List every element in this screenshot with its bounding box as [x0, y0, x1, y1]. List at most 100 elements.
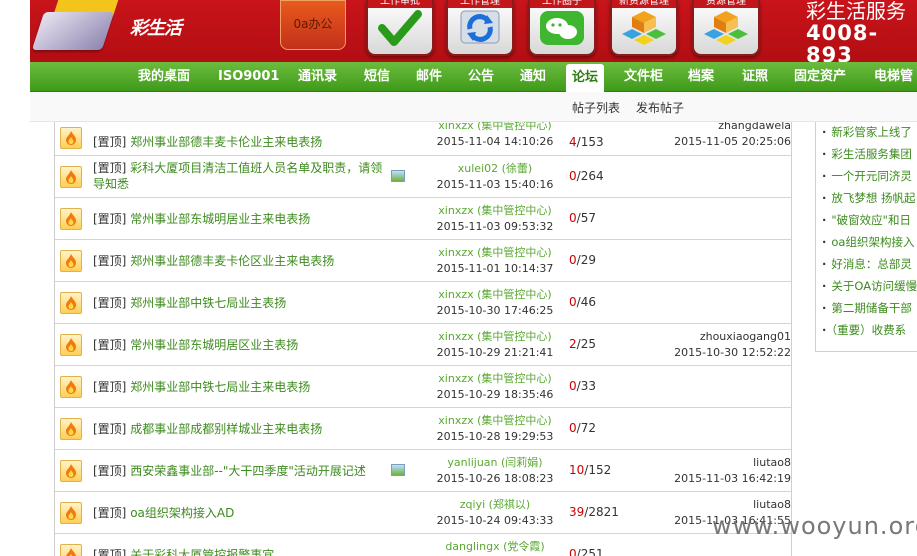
post-title-text[interactable]: 郑州事业部德丰麦卡伦业主来电表扬	[130, 135, 322, 149]
post-title[interactable]: [置顶] 成都事业部成都别样城业主来电表扬	[93, 421, 322, 437]
news-item[interactable]: 一个开元同济灵	[822, 168, 912, 184]
post-title[interactable]: [置顶] 常州事业部东城明居业主来电表扬	[93, 211, 310, 227]
post-title-text[interactable]: 常州事业部东城明居区业主表扬	[130, 338, 298, 352]
post-title-text[interactable]: 郑州事业部中铁七局业主表扬	[130, 296, 286, 310]
news-item[interactable]: "破窗效应"和日	[822, 212, 911, 228]
post-row[interactable]: [置顶] 彩科大厦项目清洁工值班人员名单及职责，请领导知悉 xulei02 (徐…	[55, 156, 791, 198]
post-title-text[interactable]: 郑州事业部中铁七局业主来电表扬	[130, 380, 310, 394]
post-title-text[interactable]: oa组织架构接入AD	[130, 506, 234, 520]
views: 152	[588, 463, 612, 477]
oa-office-badge[interactable]: 0a办公	[280, 0, 346, 50]
post-date: 2015-11-03 09:53:32	[436, 220, 554, 233]
author-name[interactable]: xinxzx (集中管控中心)	[415, 371, 575, 387]
news-item[interactable]: oa组织架构接入	[822, 234, 914, 250]
news-item[interactable]: 关于OA访问缓慢	[822, 278, 917, 294]
author-name[interactable]: xinxzx (集中管控中心)	[415, 329, 575, 345]
post-title-text[interactable]: 彩科大厦项目清洁工值班人员名单及职责，请领导知悉	[93, 161, 382, 191]
news-sidebar: 新彩管家上线了 彩生活服务集团 一个开元同济灵 放飞梦想 扬帆起 "破窗效应"和…	[815, 122, 917, 352]
replies: 0	[569, 211, 577, 225]
post-row[interactable]: [置顶] 郑州事业部德丰麦卡伦业主来电表扬 xinxzx (集中管控中心) 201…	[55, 122, 791, 156]
nav-item-mail[interactable]: 邮件	[416, 62, 442, 92]
top-icon-resource[interactable]: 资源管理	[692, 0, 760, 56]
nav-item-file-cabinet[interactable]: 文件柜	[624, 62, 663, 92]
news-item[interactable]: 彩生活服务集团	[822, 146, 912, 162]
flame-icon	[60, 460, 82, 482]
post-title[interactable]: [置顶] 西安荣鑫事业部--"大干四季度"活动开展记述	[93, 463, 366, 479]
last-reply: zhangdawela 2015-11-05 20:25:06	[655, 122, 791, 150]
post-title[interactable]: [置顶] 郑州事业部德丰麦卡伦业主来电表扬	[93, 134, 322, 150]
author-name[interactable]: danglingx (党令霞)	[415, 539, 575, 555]
post-title[interactable]: [置顶] 关于彩科大厦管控报警事宜	[93, 547, 274, 556]
nav-item-announcement[interactable]: 公告	[468, 62, 494, 92]
views: 25	[580, 337, 596, 351]
author-name[interactable]: xinxzx (集中管控中心)	[415, 245, 575, 261]
logo[interactable]: 彩生活	[31, 0, 218, 52]
nav-item-contacts[interactable]: 通讯录	[298, 62, 337, 92]
oa-label: 0a办公	[293, 17, 333, 31]
hotline: 彩生活服务 4008-893	[806, 0, 917, 62]
nav-item-fixed-assets[interactable]: 固定资产	[794, 62, 846, 92]
flame-icon	[60, 166, 82, 188]
top-icon-new-resource[interactable]: 新资源管理	[610, 0, 678, 56]
post-row[interactable]: [置顶] 郑州事业部中铁七局业主表扬 xinxzx (集中管控中心) 2015-1…	[55, 282, 791, 324]
cubes-icon	[704, 11, 748, 45]
post-title[interactable]: [置顶] 郑州事业部中铁七局业主表扬	[93, 295, 286, 311]
top-icon-caption: 新资源管理	[612, 0, 676, 8]
news-item[interactable]: （重要）收费系	[822, 322, 906, 338]
news-item[interactable]: 新彩管家上线了	[822, 124, 912, 140]
reply-count: 0/29	[569, 253, 596, 267]
news-item[interactable]: 好消息：总部灵	[822, 256, 912, 272]
last-reply-date: 2015-11-05 20:25:06	[674, 135, 791, 148]
reply-count: 39/2821	[569, 505, 619, 519]
author-name[interactable]: zqiyi (郑祺以)	[415, 497, 575, 513]
last-reply-user[interactable]: liutao8	[655, 455, 791, 471]
post-title-text[interactable]: 西安荣鑫事业部--"大干四季度"活动开展记述	[130, 464, 366, 478]
author-name[interactable]: xulei02 (徐蕾)	[415, 161, 575, 177]
news-item[interactable]: 第二期储备干部	[822, 300, 912, 316]
author-name[interactable]: xinxzx (集中管控中心)	[415, 413, 575, 429]
author-name[interactable]: xinxzx (集中管控中心)	[415, 203, 575, 219]
top-icon-circle[interactable]: 工作圈子	[528, 0, 596, 56]
post-row[interactable]: [置顶] 郑州事业部德丰麦卡伦区业主来电表扬 xinxzx (集中管控中心) 20…	[55, 240, 791, 282]
header-banner: 彩生活 0a办公 工作审批 工作管理 工作圈子 新资源管理 资源管理 彩生活服务…	[30, 0, 917, 62]
post-title[interactable]: [置顶] 常州事业部东城明居区业主表扬	[93, 337, 298, 353]
nav-item-iso9001[interactable]: ISO9001	[218, 62, 279, 92]
post-row[interactable]: [置顶] 成都事业部成都别样城业主来电表扬 xinxzx (集中管控中心) 201…	[55, 408, 791, 450]
post-title-text[interactable]: 关于彩科大厦管控报警事宜	[130, 548, 274, 556]
post-row[interactable]: [置顶] 常州事业部东城明居区业主表扬 xinxzx (集中管控中心) 2015-…	[55, 324, 791, 366]
post-title[interactable]: [置顶] 彩科大厦项目清洁工值班人员名单及职责，请领导知悉	[93, 160, 385, 192]
subnav-post-list[interactable]: 帖子列表	[572, 99, 620, 116]
nav-item-archive[interactable]: 档案	[688, 62, 714, 92]
pin-tag: [置顶]	[93, 338, 127, 352]
news-item[interactable]: 放飞梦想 扬帆起	[822, 190, 915, 206]
post-title[interactable]: [置顶] oa组织架构接入AD	[93, 505, 234, 521]
author-name[interactable]: yanlijuan (闫莉娟)	[415, 455, 575, 471]
post-title[interactable]: [置顶] 郑州事业部德丰麦卡伦区业主来电表扬	[93, 253, 334, 269]
views: 251	[580, 547, 604, 556]
last-reply-user[interactable]: zhouxiaogang01	[655, 329, 791, 345]
post-row[interactable]: [置顶] oa组织架构接入AD zqiyi (郑祺以) 2015-10-24 09…	[55, 492, 791, 534]
nav-item-license[interactable]: 证照	[742, 62, 768, 92]
subnav-new-post[interactable]: 发布帖子	[636, 99, 684, 116]
post-row[interactable]: [置顶] 常州事业部东城明居业主来电表扬 xinxzx (集中管控中心) 2015…	[55, 198, 791, 240]
post-title-text[interactable]: 成都事业部成都别样城业主来电表扬	[130, 422, 322, 436]
post-title-text[interactable]: 郑州事业部德丰麦卡伦区业主来电表扬	[130, 254, 334, 268]
post-title[interactable]: [置顶] 郑州事业部中铁七局业主来电表扬	[93, 379, 310, 395]
nav-item-elevator[interactable]: 电梯管	[874, 62, 913, 92]
post-row[interactable]: [置顶] 西安荣鑫事业部--"大干四季度"活动开展记述 yanlijuan (闫…	[55, 450, 791, 492]
author-name[interactable]: xinxzx (集中管控中心)	[415, 287, 575, 303]
post-row[interactable]: [置顶] 郑州事业部中铁七局业主来电表扬 xinxzx (集中管控中心) 2015…	[55, 366, 791, 408]
author-name[interactable]: xinxzx (集中管控中心)	[415, 122, 575, 134]
last-reply-user[interactable]: liutao8	[655, 497, 791, 513]
post-title-text[interactable]: 常州事业部东城明居业主来电表扬	[130, 212, 310, 226]
top-icon-approval[interactable]: 工作审批	[366, 0, 434, 56]
views: 72	[580, 421, 596, 435]
nav-item-notice[interactable]: 通知	[520, 62, 546, 92]
nav-item-forum[interactable]: 论坛	[566, 64, 605, 92]
nav-item-desktop[interactable]: 我的桌面	[138, 62, 190, 92]
post-row[interactable]: [置顶] 关于彩科大厦管控报警事宜 danglingx (党令霞) 0/251	[55, 534, 791, 556]
top-icon-work-manage[interactable]: 工作管理	[446, 0, 514, 56]
nav-item-sms[interactable]: 短信	[364, 62, 390, 92]
last-reply-user[interactable]: zhangdawela	[655, 122, 791, 134]
replies: 4	[569, 135, 577, 149]
